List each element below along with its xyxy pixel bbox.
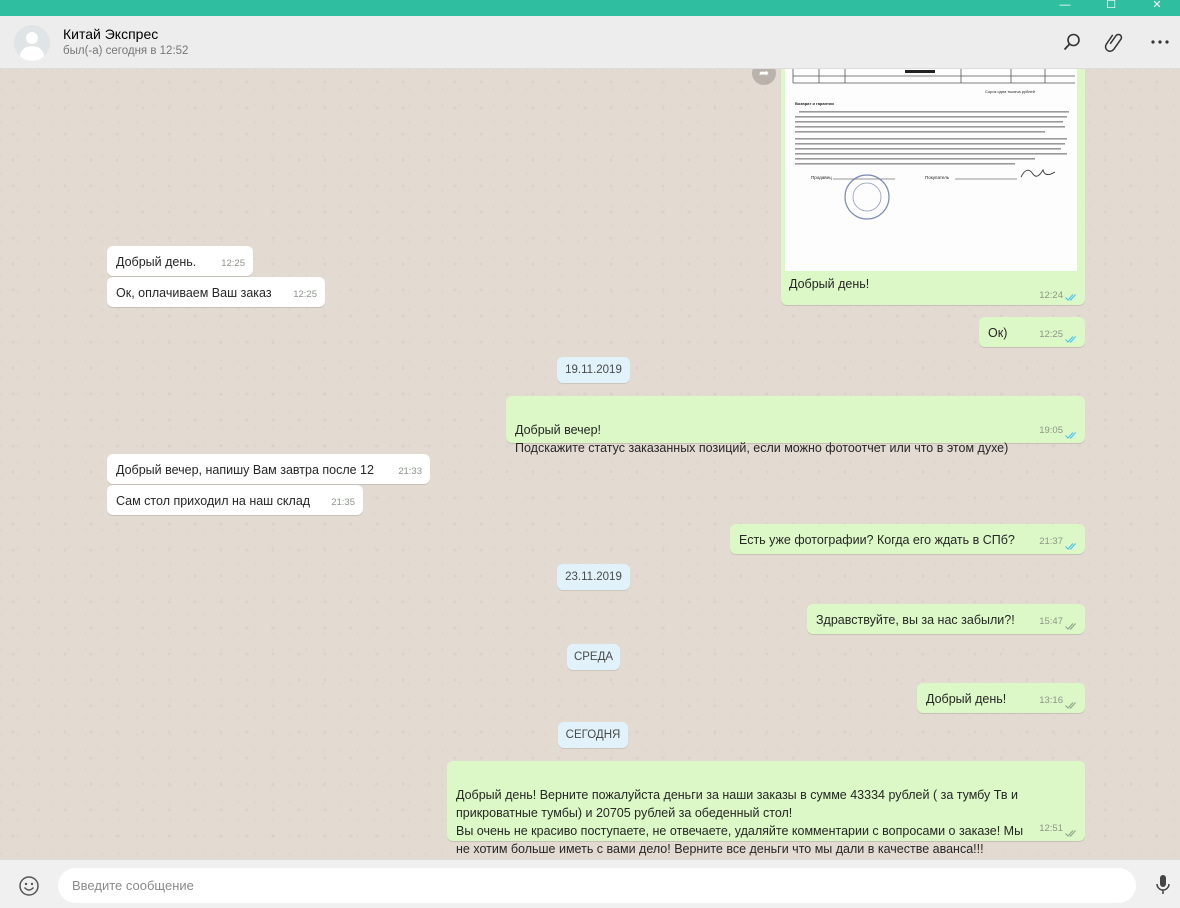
forward-icon[interactable]: ➦	[752, 69, 776, 85]
date-separator: 19.11.2019	[557, 357, 630, 383]
menu-icon[interactable]	[1148, 30, 1172, 54]
message-text: Добрый вечер, напишу Вам завтра после 12	[116, 463, 374, 477]
image-message[interactable]: Сорок одна тысяча рублей Возврат и гаран…	[781, 69, 1085, 305]
message-time: 15:47	[1039, 616, 1063, 627]
message-outgoing[interactable]: Добрый вечер! Подскажите статус заказанн…	[506, 396, 1085, 455]
message-time: 12:51	[1039, 823, 1063, 834]
message-time: 13:16	[1039, 695, 1063, 706]
doc-text: Покупатель	[925, 175, 950, 180]
message-outgoing[interactable]: Есть уже фотографии? Когда его ждать в С…	[730, 524, 1085, 554]
document-photo[interactable]: Сорок одна тысяча рублей Возврат и гаран…	[785, 69, 1077, 271]
message-incoming[interactable]: Добрый день. 12:25	[107, 246, 253, 276]
message-incoming[interactable]: Добрый вечер, напишу Вам завтра после 12…	[107, 454, 430, 484]
read-ticks-icon	[1065, 543, 1077, 550]
read-ticks-icon	[1065, 432, 1077, 439]
avatar[interactable]	[14, 25, 50, 61]
doc-text: Продавец	[811, 175, 832, 180]
delivered-ticks-icon	[1065, 702, 1077, 709]
microphone-icon[interactable]	[1155, 874, 1175, 898]
image-caption: Добрый день!	[789, 277, 870, 291]
date-separator: СЕГОДНЯ	[558, 722, 628, 748]
chat-panel[interactable]: ➦ Сорок одна тысяча рублей Возврат и гар…	[0, 69, 1180, 859]
contact-name[interactable]: Китай Экспрес	[63, 26, 158, 42]
contact-status: был(-а) сегодня в 12:52	[63, 45, 189, 57]
message-text: Ок, оплачиваем Ваш заказ	[116, 286, 272, 300]
minimize-button[interactable]: —	[1042, 0, 1088, 16]
date-separator: 23.11.2019	[557, 564, 630, 590]
delivered-ticks-icon	[1065, 830, 1077, 837]
emoji-icon[interactable]	[18, 875, 40, 897]
message-input[interactable]	[58, 868, 1136, 903]
message-time: 12:25	[221, 258, 245, 269]
message-time: 12:25	[293, 289, 317, 300]
message-outgoing[interactable]: Добрый день! Верните пожалуйста деньги з…	[447, 761, 1085, 856]
message-composer	[0, 859, 1180, 908]
message-text: Сам стол приходил на наш склад	[116, 494, 311, 508]
message-time: 12:25	[1039, 329, 1063, 340]
doc-text: Сорок одна тысяча рублей	[985, 89, 1035, 94]
attach-icon[interactable]	[1103, 30, 1127, 54]
read-ticks-icon	[1065, 336, 1077, 343]
message-time: 21:37	[1039, 536, 1063, 547]
read-ticks-icon	[1065, 294, 1077, 301]
message-time: 21:35	[331, 497, 355, 508]
window-titlebar: — ☐ ✕	[0, 0, 1180, 16]
message-text: Есть уже фотографии? Когда его ждать в С…	[739, 533, 1015, 547]
delivered-ticks-icon	[1065, 623, 1077, 630]
maximize-button[interactable]: ☐	[1088, 0, 1134, 16]
date-separator: СРЕДА	[567, 644, 620, 670]
chat-header: Китай Экспрес был(-а) сегодня в 12:52	[0, 16, 1180, 69]
message-text: Здравствуйте, вы за нас забыли?!	[816, 613, 1015, 627]
message-outgoing[interactable]: Ок) 12:25	[979, 317, 1085, 347]
message-time: 12:24	[1039, 290, 1063, 301]
message-time: 21:33	[398, 466, 422, 477]
message-text: Добрый день.	[116, 255, 197, 269]
message-text: Добрый день!	[926, 692, 1007, 706]
message-time: 19:05	[1039, 425, 1063, 436]
message-text: Добрый вечер! Подскажите статус заказанн…	[515, 423, 1009, 455]
message-outgoing[interactable]: Добрый день! 13:16	[917, 683, 1085, 713]
message-text: Добрый день! Верните пожалуйста деньги з…	[456, 788, 1024, 856]
message-text: Ок)	[988, 326, 1008, 340]
message-incoming[interactable]: Ок, оплачиваем Ваш заказ 12:25	[107, 277, 325, 307]
doc-text: Возврат и гарантии	[795, 101, 834, 106]
message-outgoing[interactable]: Здравствуйте, вы за нас забыли?! 15:47	[807, 604, 1085, 634]
close-button[interactable]: ✕	[1134, 0, 1180, 16]
search-icon[interactable]	[1060, 30, 1084, 54]
message-incoming[interactable]: Сам стол приходил на наш склад 21:35	[107, 485, 363, 515]
